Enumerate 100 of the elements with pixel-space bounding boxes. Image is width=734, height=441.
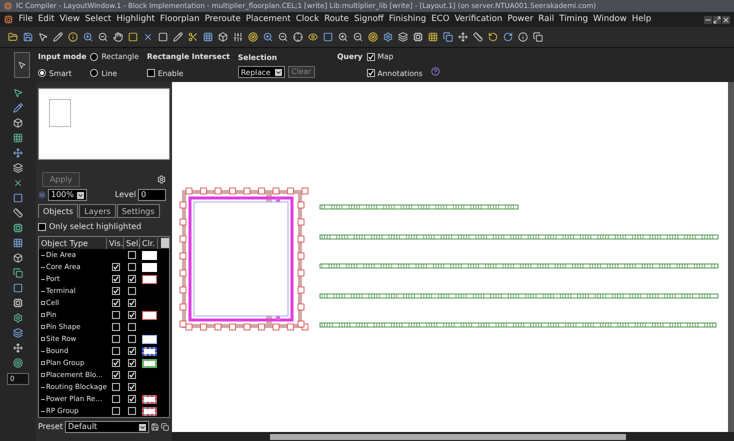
radio-button[interactable] bbox=[38, 69, 46, 78]
menu-item[interactable]: Highlight bbox=[114, 15, 158, 24]
save-icon[interactable] bbox=[23, 32, 33, 42]
checkbox[interactable] bbox=[112, 347, 120, 355]
checkbox[interactable] bbox=[112, 311, 120, 319]
checkbox[interactable] bbox=[112, 383, 120, 391]
menu-item[interactable]: Route bbox=[322, 15, 352, 24]
apply-button[interactable]: Apply bbox=[42, 172, 80, 187]
checkbox[interactable] bbox=[128, 323, 136, 331]
checkbox[interactable] bbox=[366, 69, 375, 78]
help-icon[interactable] bbox=[430, 66, 440, 76]
checkbox[interactable] bbox=[128, 347, 136, 355]
folder-icon[interactable] bbox=[8, 32, 18, 42]
menu-item[interactable]: ECO bbox=[428, 15, 452, 24]
checkbox[interactable] bbox=[128, 371, 136, 379]
chip-icon[interactable] bbox=[413, 32, 423, 42]
grid-icon[interactable] bbox=[13, 238, 23, 248]
undo-icon[interactable] bbox=[488, 32, 498, 42]
vertical-scrollbar[interactable] bbox=[728, 82, 734, 432]
ruler-icon[interactable] bbox=[473, 32, 483, 42]
checkbox[interactable] bbox=[128, 299, 136, 307]
checkbox[interactable] bbox=[128, 275, 136, 283]
info-icon[interactable] bbox=[518, 32, 528, 42]
scrollbar-thumb[interactable] bbox=[270, 434, 626, 440]
level-spinbox[interactable]: 0 bbox=[138, 189, 166, 201]
grid-icon[interactable] bbox=[428, 32, 438, 42]
checkbox[interactable] bbox=[128, 311, 136, 319]
cross-icon[interactable] bbox=[13, 178, 23, 188]
menu-item[interactable]: Power bbox=[504, 15, 536, 24]
menu-item[interactable]: Edit bbox=[35, 15, 58, 24]
zoom-icon[interactable] bbox=[278, 32, 288, 42]
color-swatch[interactable] bbox=[142, 358, 156, 368]
copy-icon[interactable] bbox=[160, 423, 169, 431]
menu-item[interactable]: Signoff bbox=[351, 15, 386, 24]
color-swatch[interactable] bbox=[142, 274, 156, 284]
menu-item[interactable]: Verification bbox=[452, 15, 505, 24]
chip-icon[interactable] bbox=[13, 298, 23, 308]
checkbox[interactable] bbox=[128, 263, 136, 271]
move-icon[interactable] bbox=[13, 148, 23, 158]
cross-icon[interactable] bbox=[143, 32, 153, 42]
checkbox[interactable] bbox=[366, 52, 375, 61]
expand-icon[interactable] bbox=[41, 337, 45, 341]
layers-icon[interactable] bbox=[398, 32, 408, 42]
radio-button[interactable] bbox=[90, 52, 98, 61]
color-swatch[interactable] bbox=[142, 346, 156, 356]
zoom-icon[interactable] bbox=[338, 32, 348, 42]
checkbox[interactable] bbox=[112, 371, 120, 379]
expand-icon[interactable] bbox=[41, 313, 45, 317]
ruler-icon[interactable] bbox=[13, 208, 23, 218]
menu-item[interactable]: Finishing bbox=[386, 15, 429, 24]
close-icon[interactable] bbox=[722, 16, 730, 24]
scissors-icon[interactable] bbox=[188, 32, 198, 42]
box-icon[interactable] bbox=[218, 32, 228, 42]
pencil-icon[interactable] bbox=[53, 32, 63, 42]
menu-item[interactable]: Preroute bbox=[202, 15, 244, 24]
color-swatch[interactable] bbox=[142, 310, 156, 320]
color-swatch[interactable] bbox=[142, 334, 156, 344]
zoom-dropdown[interactable]: 100% bbox=[48, 189, 87, 201]
checkbox[interactable] bbox=[112, 263, 120, 271]
minimize-icon[interactable] bbox=[704, 16, 712, 24]
pointer-icon[interactable] bbox=[13, 88, 23, 98]
box-icon[interactable] bbox=[13, 118, 23, 128]
checkbox[interactable] bbox=[112, 323, 120, 331]
chip-icon[interactable] bbox=[13, 223, 23, 233]
square-icon[interactable] bbox=[13, 283, 23, 293]
checkbox[interactable] bbox=[112, 275, 120, 283]
target-icon[interactable] bbox=[248, 32, 258, 42]
copy-icon[interactable] bbox=[13, 268, 23, 278]
menu-item[interactable]: Timing bbox=[556, 15, 591, 24]
checkbox[interactable] bbox=[112, 407, 120, 415]
panel-tab[interactable]: Objects bbox=[38, 204, 78, 218]
menu-item[interactable]: Rail bbox=[536, 15, 557, 24]
preset-dropdown[interactable]: Default bbox=[64, 421, 149, 433]
menu-item[interactable]: File bbox=[16, 15, 36, 24]
layers-icon[interactable] bbox=[13, 163, 23, 173]
checkbox[interactable] bbox=[112, 287, 120, 295]
checkbox[interactable] bbox=[128, 251, 136, 259]
checkbox[interactable] bbox=[38, 223, 46, 231]
color-swatch[interactable] bbox=[142, 406, 156, 416]
redo-icon[interactable] bbox=[503, 32, 513, 42]
checkbox[interactable] bbox=[146, 69, 155, 78]
expand-icon[interactable] bbox=[41, 301, 45, 305]
menu-item[interactable]: Clock bbox=[293, 15, 322, 24]
menu-item[interactable]: Placement bbox=[243, 15, 294, 24]
radio-button[interactable] bbox=[90, 69, 98, 78]
eye-icon[interactable] bbox=[308, 32, 318, 42]
horizontal-scrollbar[interactable] bbox=[172, 432, 734, 441]
gear-icon[interactable] bbox=[383, 32, 393, 42]
sliders-icon[interactable] bbox=[233, 32, 243, 42]
move-icon[interactable] bbox=[458, 32, 468, 42]
pencil-icon[interactable] bbox=[13, 103, 23, 113]
checkbox[interactable] bbox=[128, 383, 136, 391]
layers-icon[interactable] bbox=[13, 328, 23, 338]
checkbox[interactable] bbox=[128, 359, 136, 367]
zoom-icon[interactable] bbox=[353, 32, 363, 42]
panel-tab[interactable]: Layers bbox=[79, 204, 116, 218]
expand-icon[interactable] bbox=[41, 325, 45, 329]
grid-icon[interactable] bbox=[13, 133, 23, 143]
checkbox[interactable] bbox=[112, 299, 120, 307]
menu-item[interactable]: Floorplan bbox=[157, 15, 202, 24]
